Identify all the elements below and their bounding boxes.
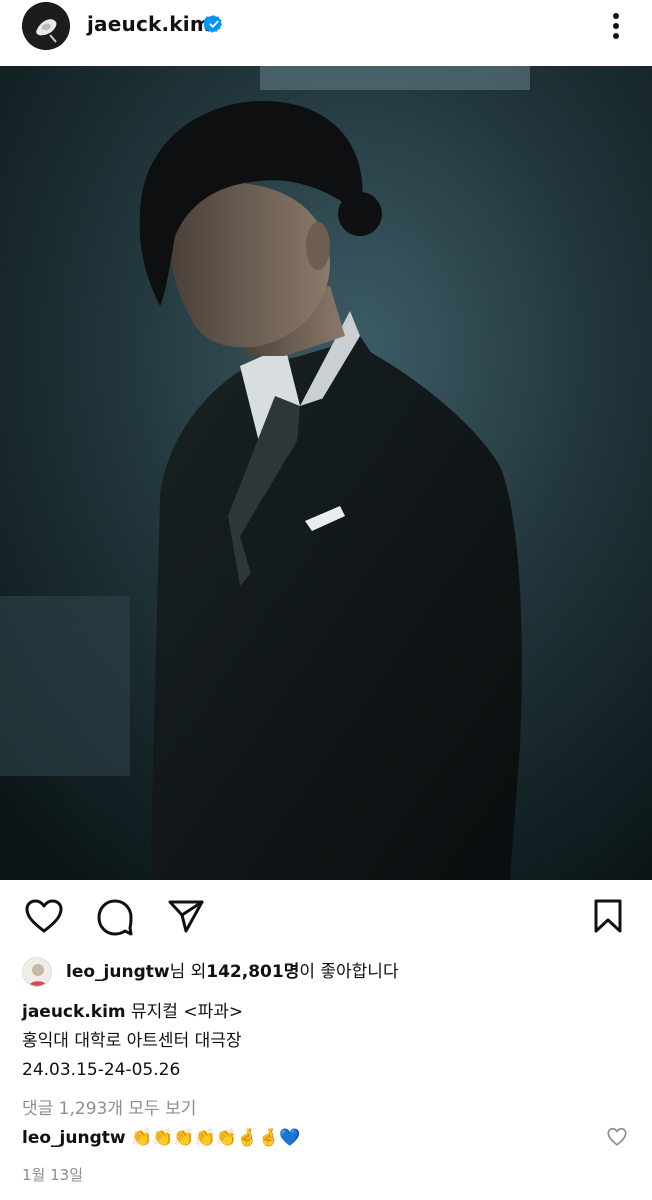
liker-username[interactable]: leo_jungtw	[66, 961, 170, 983]
likes-count[interactable]: 142,801명	[206, 961, 299, 983]
post-image[interactable]	[0, 66, 652, 880]
liker-avatar	[22, 957, 52, 987]
bookmark-icon[interactable]	[592, 898, 624, 934]
caption-line-2: 홍익대 대학로 아트센터 대극장	[22, 1031, 242, 1051]
post-caption: jaeuck.kim 뮤지컬 <파과> 홍익대 대학로 아트센터 대극장 24.…	[22, 998, 622, 1085]
profile-avatar[interactable]	[22, 2, 70, 50]
likes-suffix: 님 외	[169, 962, 207, 982]
header-username[interactable]: jaeuck.kim	[87, 12, 211, 36]
comment-text: 👏👏👏👏👏🤞🤞💙	[130, 1128, 301, 1148]
post-photo-illustration	[0, 66, 652, 880]
post-date: 1월 13일	[22, 1166, 83, 1184]
verified-badge-icon	[204, 15, 223, 33]
post-header: jaeuck.kim	[0, 0, 652, 64]
likes-tail: 이 좋아합니다	[299, 962, 399, 982]
caption-line-1: 뮤지컬 <파과>	[125, 1002, 244, 1022]
heart-icon[interactable]	[24, 898, 64, 934]
user-avatar-icon	[23, 958, 51, 986]
rose-avatar-icon	[22, 2, 70, 50]
top-comment: leo_jungtw 👏👏👏👏👏🤞🤞💙	[22, 1128, 300, 1148]
view-all-comments-link[interactable]: 댓글 1,293개 모두 보기	[22, 1094, 196, 1119]
caption-line-3: 24.03.15-24-05.26	[22, 1060, 181, 1080]
send-icon[interactable]	[167, 898, 205, 934]
more-vertical-icon[interactable]	[604, 10, 628, 42]
likes-summary[interactable]: leo_jungtw 님 외 142,801명 이 좋아합니다	[22, 956, 399, 988]
comment-username[interactable]: leo_jungtw	[22, 1128, 126, 1148]
caption-username[interactable]: jaeuck.kim	[22, 1002, 126, 1022]
comment-icon[interactable]	[96, 898, 134, 936]
comment-like-icon[interactable]	[606, 1126, 628, 1148]
